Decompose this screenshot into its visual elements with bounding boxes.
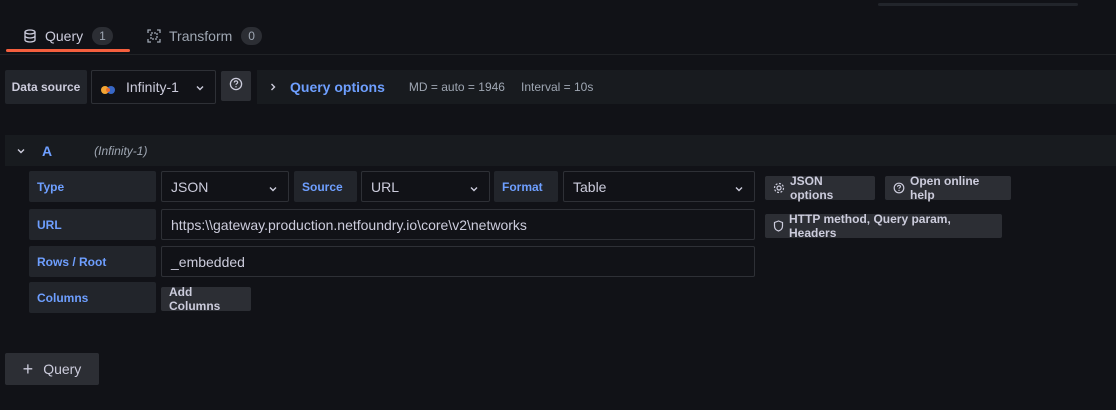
datasource-row: Data source Infinity-1 Query options MD … [5,70,1116,104]
format-label: Format [494,171,558,202]
tab-transform-label: Transform [169,28,233,44]
datasource-picker[interactable]: Infinity-1 [91,70,216,104]
chevron-down-icon [195,80,205,96]
source-label: Source [294,171,357,202]
shield-icon [773,220,784,232]
question-circle-icon [229,77,243,96]
tab-query-label: Query [45,28,84,44]
json-options-button[interactable]: JSON options [765,174,875,202]
chevron-down-icon [268,181,278,197]
http-options-button[interactable]: HTTP method, Query param, Headers [765,212,1002,240]
database-icon [23,29,37,43]
columns-label: Columns [29,282,156,313]
question-circle-icon [893,182,905,194]
collapse-chevron-icon[interactable] [16,146,26,156]
add-columns-button[interactable]: Add Columns [161,285,251,313]
query-options-title: Query options [290,79,385,95]
query-name[interactable]: A [42,143,52,159]
type-label: Type [29,171,156,202]
open-online-help-label: Open online help [910,174,980,202]
add-query-button[interactable]: + Query [5,353,99,385]
transform-icon [147,29,161,43]
query-datasource-name: (Infinity-1) [94,143,148,158]
query-options-md: MD = auto = 1946 [408,80,505,94]
gear-icon [773,182,785,194]
url-label: URL [29,209,156,240]
plus-icon: + [22,359,34,379]
editor-tabs: Query 1 Transform 0 [0,0,1116,55]
type-select[interactable]: JSON [161,171,289,202]
json-options-label: JSON options [790,174,834,202]
datasource-selected: Infinity-1 [126,79,179,95]
type-value: JSON [171,178,209,195]
source-select[interactable]: URL [361,171,490,202]
query-editor-panel: Query 1 Transform 0 Data source Infinity… [0,0,1116,410]
tab-query-count: 1 [92,27,113,45]
url-input[interactable]: https:\\gateway.production.netfoundry.io… [161,209,755,240]
tab-query[interactable]: Query 1 [23,22,113,50]
http-options-label: HTTP method, Query param, Headers [789,212,951,240]
url-value: https:\\gateway.production.netfoundry.io… [171,216,527,233]
open-online-help-button[interactable]: Open online help [885,174,1011,202]
active-tab-indicator [6,49,130,52]
rows-root-input[interactable]: _embedded [161,246,755,277]
source-value: URL [371,178,400,195]
datasource-help-button[interactable] [221,71,251,101]
tab-transform-count: 0 [241,27,262,45]
query-options-toggle[interactable]: Query options MD = auto = 1946 Interval … [257,70,1116,104]
format-select[interactable]: Table [563,171,755,202]
format-value: Table [573,178,607,195]
add-columns-label: Add Columns [169,285,221,313]
tab-transform[interactable]: Transform 0 [147,22,262,50]
query-row-header[interactable]: A (Infinity-1) [5,135,1116,166]
chevron-right-icon [268,82,278,92]
query-options-interval: Interval = 10s [520,80,594,94]
infinity-logo-icon [100,82,116,94]
rows-root-value: _embedded [171,253,245,270]
chevron-down-icon [734,181,744,197]
datasource-label: Data source [5,70,87,104]
rows-root-label: Rows / Root [29,246,156,277]
chevron-down-icon [469,181,479,197]
add-query-label: Query [43,361,82,377]
